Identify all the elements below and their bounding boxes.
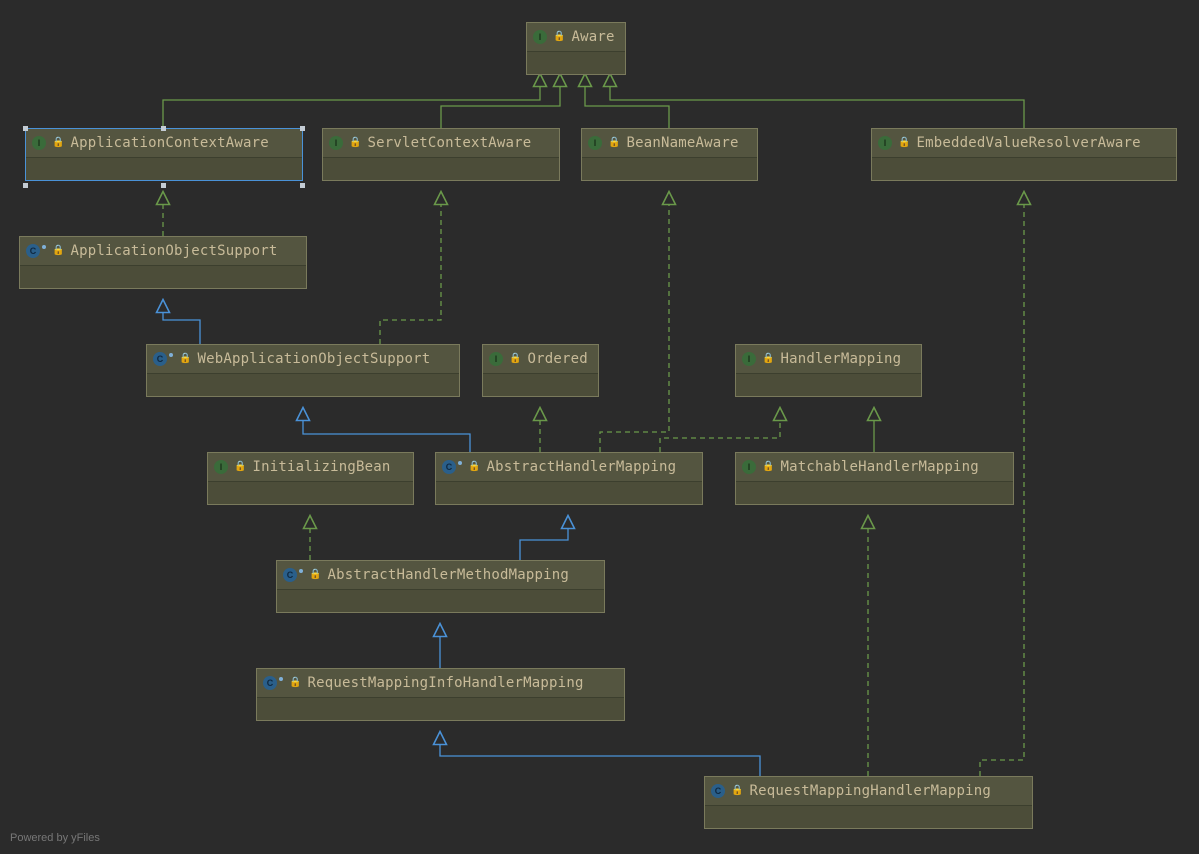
class-node-aware[interactable]: 🔒 Aware <box>526 22 626 75</box>
lock-icon: 🔒 <box>468 462 480 472</box>
class-label: InitializingBean <box>252 459 390 475</box>
interface-icon <box>742 460 756 474</box>
class-node-bean-name-aware[interactable]: 🔒 BeanNameAware <box>581 128 758 181</box>
class-node-application-object-support[interactable]: 🔒 ApplicationObjectSupport <box>19 236 307 289</box>
interface-icon <box>32 136 46 150</box>
class-icon <box>711 784 725 798</box>
abstract-indicator-icon <box>458 461 462 465</box>
footer-attribution: Powered by yFiles <box>10 832 100 844</box>
interface-icon <box>489 352 503 366</box>
lock-icon: 🔒 <box>179 354 191 364</box>
interface-icon <box>878 136 892 150</box>
selection-handle[interactable] <box>23 126 28 131</box>
class-icon <box>283 568 297 582</box>
class-label: EmbeddedValueResolverAware <box>916 135 1140 151</box>
class-label: RequestMappingInfoHandlerMapping <box>307 675 583 691</box>
lock-icon: 🔒 <box>762 354 774 364</box>
class-icon <box>263 676 277 690</box>
class-node-embedded-value-resolver-aware[interactable]: 🔒 EmbeddedValueResolverAware <box>871 128 1177 181</box>
class-node-ordered[interactable]: 🔒 Ordered <box>482 344 599 397</box>
class-label: AbstractHandlerMethodMapping <box>327 567 569 583</box>
class-label: ApplicationObjectSupport <box>70 243 277 259</box>
selection-handle[interactable] <box>300 126 305 131</box>
class-icon <box>442 460 456 474</box>
abstract-indicator-icon <box>279 677 283 681</box>
class-label: ServletContextAware <box>367 135 531 151</box>
selection-handle[interactable] <box>161 126 166 131</box>
lock-icon: 🔒 <box>52 246 64 256</box>
lock-icon: 🔒 <box>553 32 565 42</box>
interface-icon <box>588 136 602 150</box>
selection-handle[interactable] <box>161 183 166 188</box>
class-label: AbstractHandlerMapping <box>486 459 676 475</box>
class-node-matchable-handler-mapping[interactable]: 🔒 MatchableHandlerMapping <box>735 452 1014 505</box>
interface-icon <box>329 136 343 150</box>
abstract-indicator-icon <box>299 569 303 573</box>
class-node-application-context-aware[interactable]: 🔒 ApplicationContextAware <box>25 128 303 181</box>
lock-icon: 🔒 <box>309 570 321 580</box>
class-label: ApplicationContextAware <box>70 135 268 151</box>
class-label: RequestMappingHandlerMapping <box>749 783 991 799</box>
abstract-indicator-icon <box>42 245 46 249</box>
lock-icon: 🔒 <box>52 138 64 148</box>
interface-icon <box>533 30 547 44</box>
abstract-indicator-icon <box>169 353 173 357</box>
class-node-abstract-handler-method-mapping[interactable]: 🔒 AbstractHandlerMethodMapping <box>276 560 605 613</box>
selection-handle[interactable] <box>300 183 305 188</box>
class-icon <box>153 352 167 366</box>
class-node-request-mapping-info-handler-mapping[interactable]: 🔒 RequestMappingInfoHandlerMapping <box>256 668 625 721</box>
lock-icon: 🔒 <box>234 462 246 472</box>
lock-icon: 🔒 <box>608 138 620 148</box>
lock-icon: 🔒 <box>898 138 910 148</box>
class-label: Ordered <box>527 351 587 367</box>
lock-icon: 🔒 <box>289 678 301 688</box>
interface-icon <box>214 460 228 474</box>
lock-icon: 🔒 <box>731 786 743 796</box>
class-label: HandlerMapping <box>780 351 901 367</box>
class-node-web-application-object-support[interactable]: 🔒 WebApplicationObjectSupport <box>146 344 460 397</box>
class-node-servlet-context-aware[interactable]: 🔒 ServletContextAware <box>322 128 560 181</box>
lock-icon: 🔒 <box>509 354 521 364</box>
class-label: Aware <box>571 29 614 45</box>
class-label: MatchableHandlerMapping <box>780 459 978 475</box>
selection-handle[interactable] <box>23 183 28 188</box>
class-node-abstract-handler-mapping[interactable]: 🔒 AbstractHandlerMapping <box>435 452 703 505</box>
class-label: BeanNameAware <box>626 135 738 151</box>
class-node-initializing-bean[interactable]: 🔒 InitializingBean <box>207 452 414 505</box>
class-icon <box>26 244 40 258</box>
interface-icon <box>742 352 756 366</box>
lock-icon: 🔒 <box>762 462 774 472</box>
class-label: WebApplicationObjectSupport <box>197 351 430 367</box>
class-node-handler-mapping[interactable]: 🔒 HandlerMapping <box>735 344 922 397</box>
class-node-request-mapping-handler-mapping[interactable]: 🔒 RequestMappingHandlerMapping <box>704 776 1033 829</box>
lock-icon: 🔒 <box>349 138 361 148</box>
